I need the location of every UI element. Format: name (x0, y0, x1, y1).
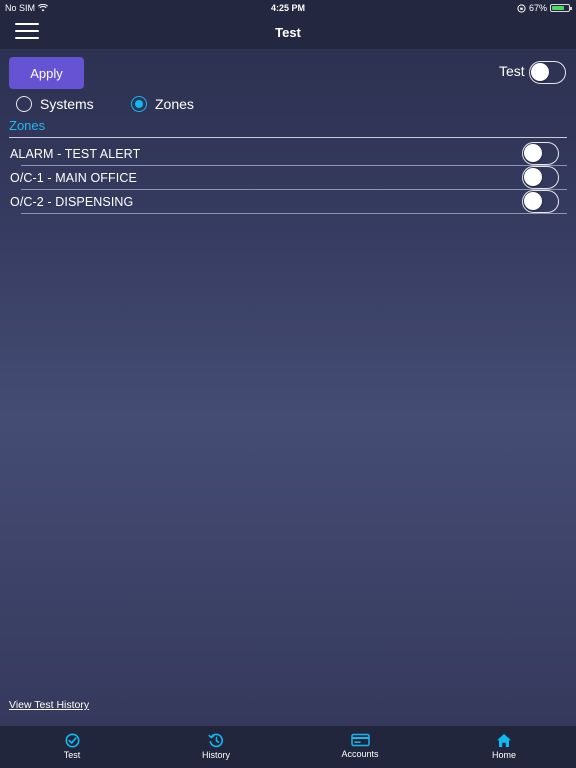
tab-bar: Test History Accounts Home (0, 726, 576, 768)
zone-label: O/C-1 - MAIN OFFICE (10, 171, 137, 185)
zone-toggle[interactable] (522, 166, 559, 189)
battery-percent: 67% (528, 3, 547, 13)
view-test-history-link[interactable]: View Test History (9, 699, 89, 711)
zone-row: ALARM - TEST ALERT (0, 142, 576, 166)
home-icon (497, 734, 511, 747)
card-icon (350, 733, 370, 747)
zone-toggle[interactable] (522, 190, 559, 213)
zone-label: ALARM - TEST ALERT (10, 147, 141, 161)
zone-row: O/C-1 - MAIN OFFICE (0, 166, 576, 190)
apply-button[interactable]: Apply (9, 57, 84, 89)
orientation-lock-icon (517, 3, 526, 13)
nav-bar: Test (0, 15, 576, 49)
zone-toggle[interactable] (522, 142, 559, 165)
test-toggle[interactable] (529, 61, 566, 84)
radio-systems-circle (16, 96, 32, 112)
history-icon (208, 733, 224, 748)
tab-test-label: Test (63, 750, 81, 760)
status-time: 4:25 PM (270, 3, 305, 13)
status-bar: No SIM 4:25 PM 67% (0, 0, 576, 15)
tab-history[interactable]: History (144, 726, 288, 768)
zones-section-divider (9, 137, 567, 138)
zones-section-title: Zones (9, 118, 46, 133)
zone-row: O/C-2 - DISPENSING (0, 190, 576, 214)
tab-home-label: Home (491, 750, 516, 760)
radio-systems-label: Systems (40, 96, 94, 112)
tab-home[interactable]: Home (432, 726, 576, 768)
check-circle-icon (65, 733, 79, 748)
status-right: 67% (517, 3, 572, 13)
toggle-knob (524, 192, 542, 210)
page-title: Test (275, 25, 301, 40)
zone-label: O/C-2 - DISPENSING (10, 195, 134, 209)
toggle-knob (524, 144, 542, 162)
battery-icon (550, 4, 572, 12)
tab-history-label: History (201, 750, 230, 760)
radio-systems[interactable]: Systems (16, 96, 94, 112)
test-toggle-label: Test (499, 63, 525, 79)
radio-zones[interactable]: Zones (131, 96, 194, 112)
tab-accounts[interactable]: Accounts (288, 726, 432, 768)
tab-accounts-label: Accounts (341, 749, 379, 759)
radio-zones-circle (131, 96, 147, 112)
toggle-knob (531, 63, 549, 81)
row-divider (21, 213, 567, 214)
radio-zones-label: Zones (155, 96, 194, 112)
toggle-knob (524, 168, 542, 186)
tab-test[interactable]: Test (0, 726, 144, 768)
